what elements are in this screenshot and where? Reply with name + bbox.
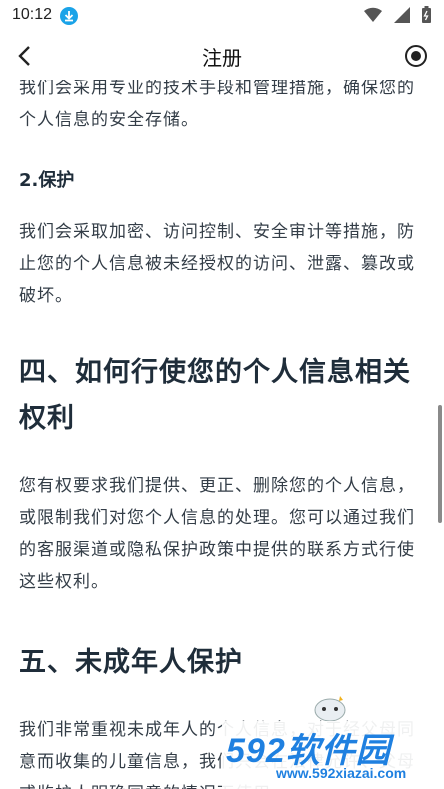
mascot-icon <box>314 696 346 722</box>
section-four-body: 您有权要求我们提供、更正、删除您的个人信息，或限制我们对您个人信息的处理。您可以… <box>19 476 415 592</box>
page-title: 注册 <box>202 46 242 70</box>
watermark-url: www.592xiazai.com <box>276 765 407 781</box>
watermark: 592软件园 www.592xiazai.com <box>222 721 444 789</box>
wifi-icon <box>364 7 382 22</box>
scrollbar[interactable] <box>438 405 442 523</box>
section-four-heading: 四、如何行使您的个人信息相关权利 <box>19 357 411 434</box>
intro-tail-text: 我们会采用专业的技术手段和管理措施，确保您的个人信息的安全存储。 <box>19 80 415 130</box>
status-time: 10:12 <box>12 6 53 23</box>
status-bar: 10:12 <box>0 0 444 32</box>
agreement-content[interactable]: 我们会采用专业的技术手段和管理措施，确保您的个人信息的安全存储。 2.保护 我们… <box>0 80 444 789</box>
download-icon <box>60 7 78 25</box>
section-five-heading: 五、未成年人保护 <box>19 647 243 678</box>
signal-icon <box>394 7 410 23</box>
app-bar: 注册 <box>0 32 444 80</box>
section-protect-body: 我们会采取加密、访问控制、安全审计等措施，防止您的个人信息被未经授权的访问、泄露… <box>19 222 415 306</box>
record-button[interactable] <box>404 44 428 68</box>
battery-icon <box>422 6 431 23</box>
status-icons <box>363 6 432 24</box>
record-icon <box>405 45 427 67</box>
section-protect-heading: 2.保护 <box>19 170 75 191</box>
